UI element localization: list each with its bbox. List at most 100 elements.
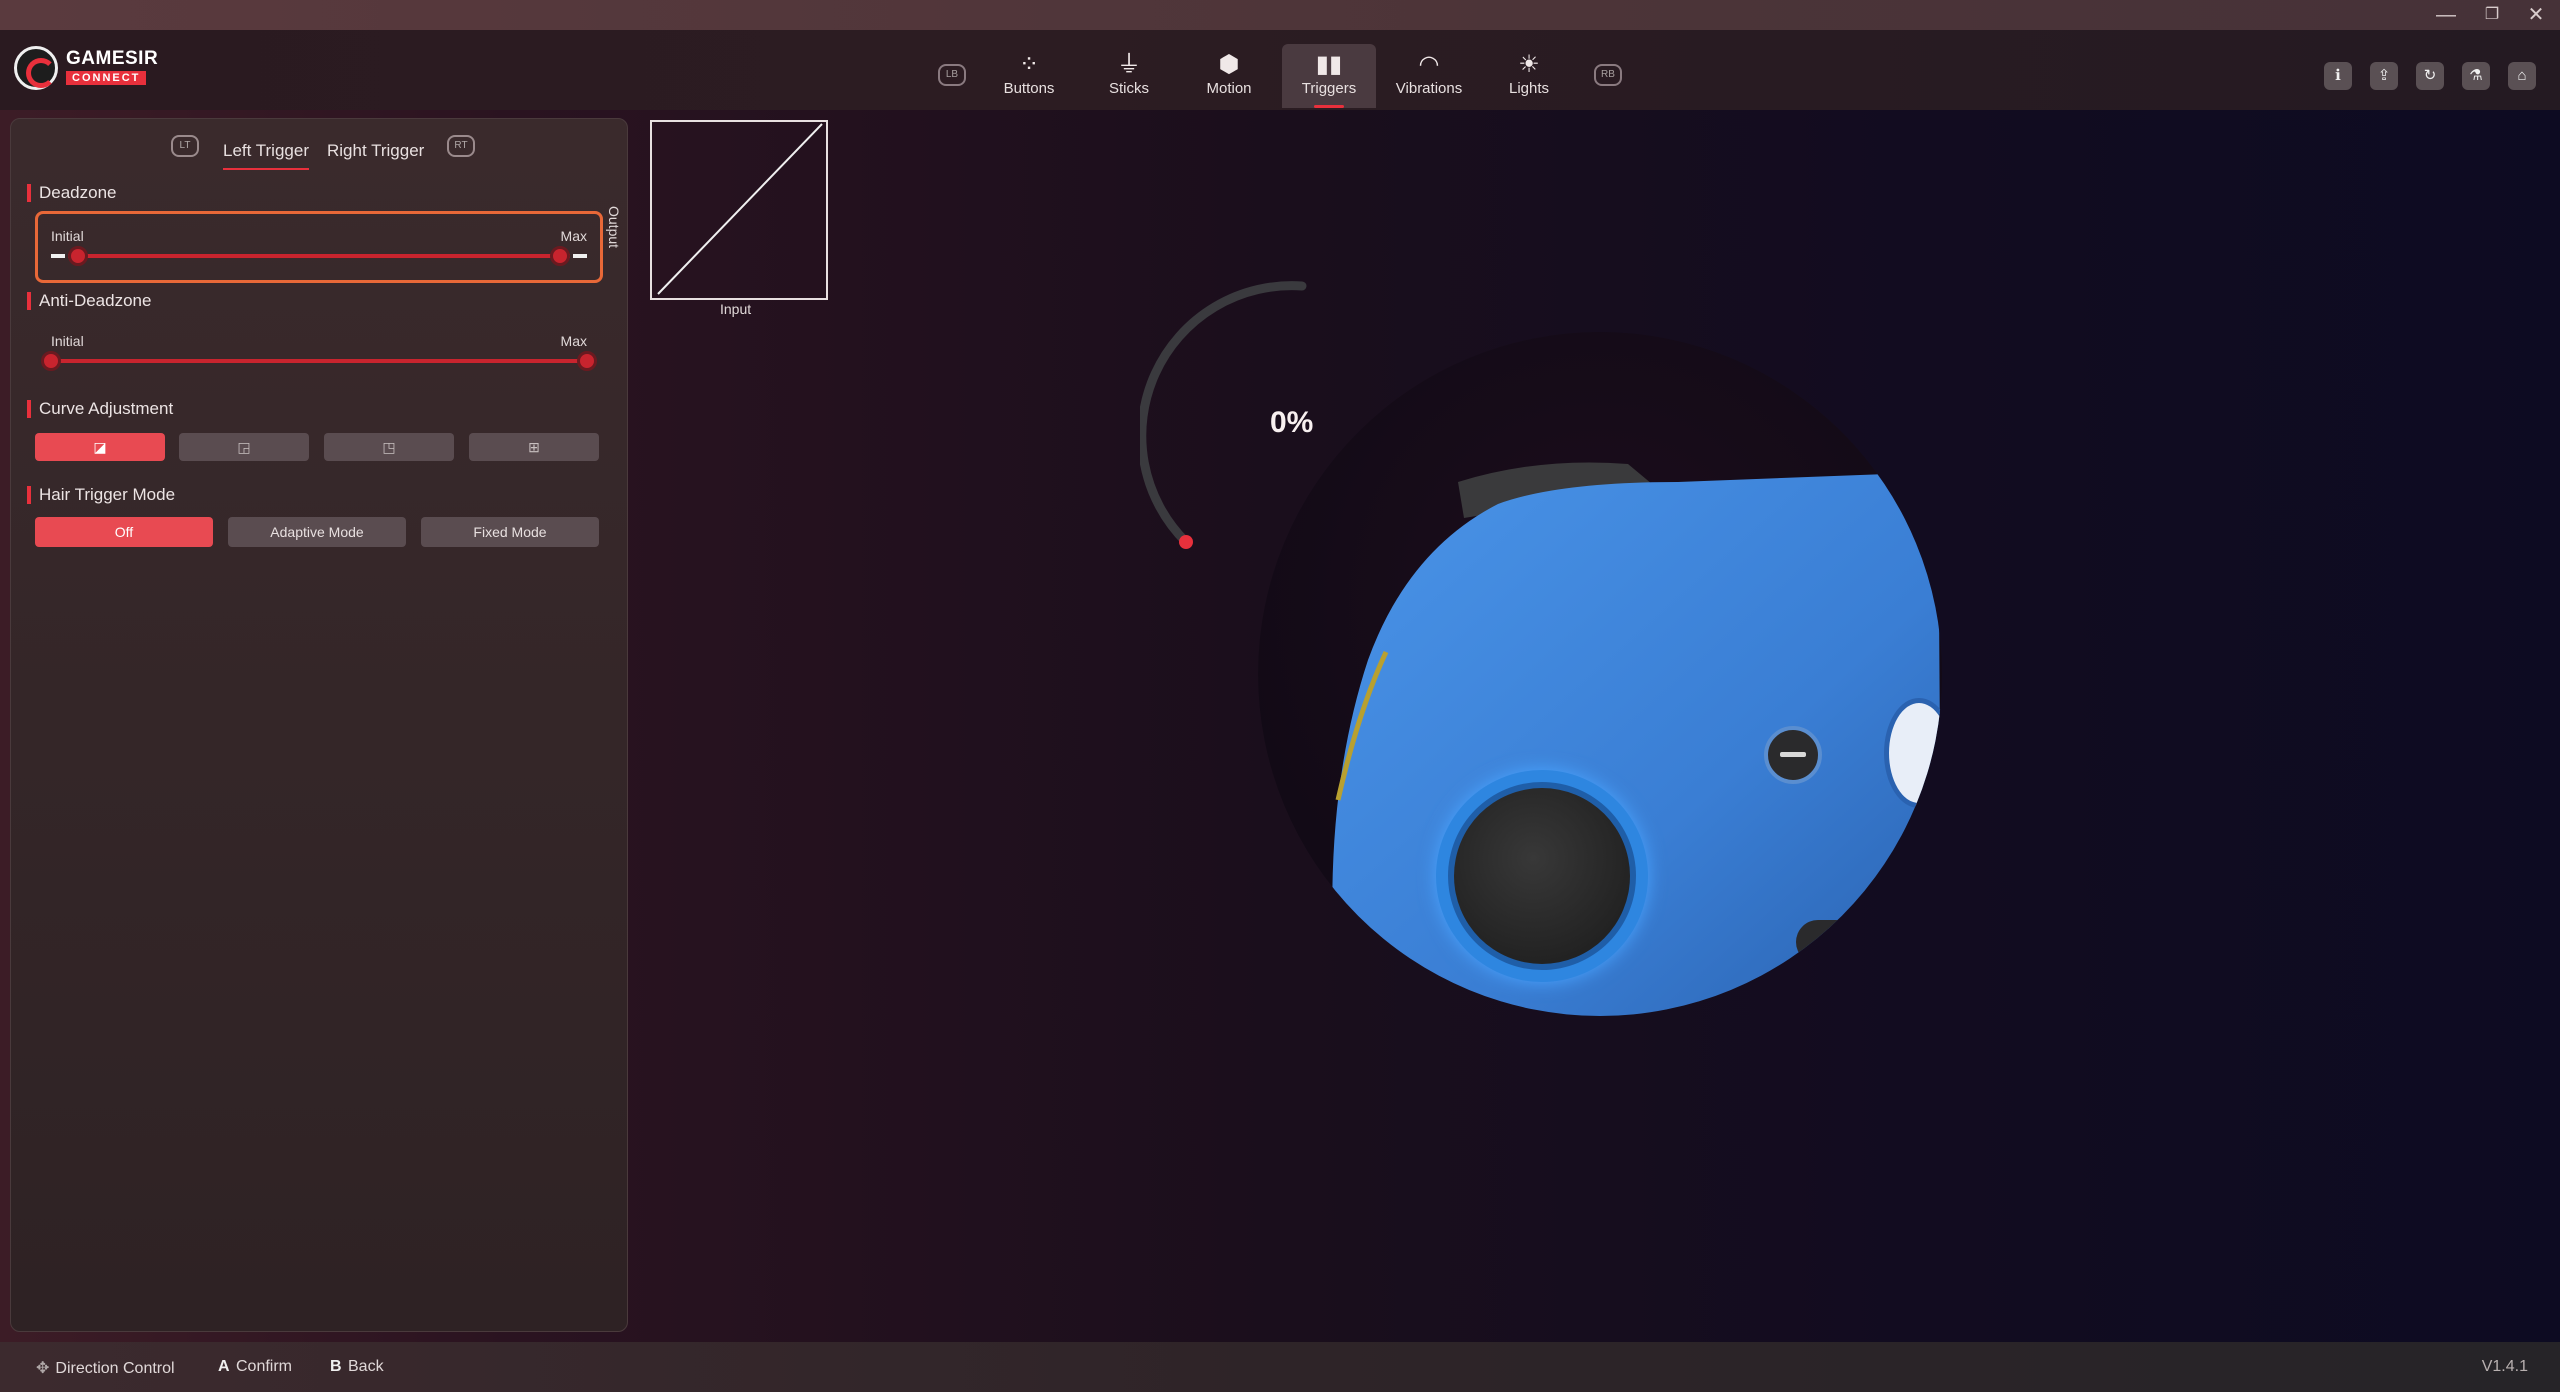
curve-convex-button[interactable]: ◳ [324, 433, 454, 461]
anti-deadzone-initial-handle[interactable] [41, 351, 61, 371]
curve-adjustment-title: Curve Adjustment [27, 399, 173, 419]
nav-triggers-label: Triggers [1301, 80, 1357, 97]
nav-buttons[interactable]: ⁘ Buttons [982, 44, 1076, 108]
left-thumbstick [1454, 788, 1630, 964]
app-header: GAMESIR CONNECT [0, 30, 2560, 110]
home-icon: ⌂ [2517, 67, 2527, 84]
rt-tag-icon: RT [447, 135, 475, 157]
deadzone-initial-handle[interactable] [68, 246, 88, 266]
close-icon: ✕ [2527, 4, 2545, 26]
lights-icon: ☀ [1518, 51, 1540, 78]
direction-control-label: Direction Control [55, 1360, 175, 1377]
nav-vibrations-label: Vibrations [1395, 80, 1463, 97]
hair-trigger-off-button[interactable]: Off [35, 517, 213, 547]
minus-icon [1780, 752, 1806, 757]
sticks-icon: ⏚ [1117, 51, 1141, 78]
direction-control-hint: ✥ Direction Control [36, 1358, 175, 1378]
anti-deadzone-max-label: Max [560, 333, 587, 349]
custom-curve-icon: ⊞ [528, 439, 540, 455]
convex-curve-icon: ◳ [382, 439, 396, 455]
trigger-settings-panel: LT Left Trigger Right Trigger RT Deadzon… [10, 118, 628, 1332]
upload-icon: ⇪ [2377, 67, 2391, 84]
test-button[interactable]: ⚗ [2462, 62, 2490, 90]
hair-trigger-fixed-button[interactable]: Fixed Mode [421, 517, 599, 547]
info-icon: ℹ [2335, 67, 2341, 84]
nav-buttons-label: Buttons [1003, 80, 1055, 97]
hair-trigger-options: Off Adaptive Mode Fixed Mode [35, 517, 605, 549]
nav-sticks[interactable]: ⏚ Sticks [1082, 44, 1176, 108]
deadzone-slider[interactable]: Initial Max [35, 211, 603, 283]
minimize-icon: — [2436, 4, 2456, 26]
minimize-button[interactable]: — [2428, 2, 2464, 28]
deadzone-max-handle[interactable] [550, 246, 570, 266]
controller-preview [1258, 332, 1942, 1016]
triggers-icon: ▮▮ [1315, 51, 1343, 78]
deadzone-track [68, 254, 570, 258]
restore-button[interactable]: ❐ [2474, 2, 2510, 28]
confirm-hint: A Confirm [218, 1358, 292, 1376]
curve-concave-button[interactable]: ◲ [179, 433, 309, 461]
anti-deadzone-initial-label: Initial [51, 333, 84, 349]
hair-trigger-title: Hair Trigger Mode [27, 485, 175, 505]
nav-motion-label: Motion [1206, 80, 1252, 97]
nav-vibrations[interactable]: ◠ Vibrations [1382, 44, 1476, 108]
deadzone-min-marker [51, 254, 65, 258]
graph-x-label: Input [720, 301, 752, 317]
capture-dot-icon [1832, 932, 1854, 954]
logo-subtext: CONNECT [66, 71, 147, 85]
deadzone-initial-label: Initial [51, 228, 84, 244]
vibrations-icon: ◠ [1418, 51, 1440, 78]
logo-mark-icon [14, 46, 58, 90]
lb-bumper-icon[interactable]: LB [938, 64, 966, 86]
dpad-icon: ✥ [36, 1360, 50, 1377]
hair-trigger-adaptive-button[interactable]: Adaptive Mode [228, 517, 406, 547]
reset-button[interactable]: ↻ [2416, 62, 2444, 90]
buttons-icon: ⁘ [1018, 51, 1040, 78]
restore-icon: ❐ [2484, 6, 2500, 23]
gamesir-small-logo-icon [1830, 998, 1862, 1016]
reset-icon: ↻ [2423, 67, 2437, 84]
deadzone-title: Deadzone [27, 183, 117, 203]
b-key-icon: B [330, 1358, 342, 1375]
confirm-label: Confirm [236, 1358, 293, 1375]
curve-options: ◪ ◲ ◳ ⊞ [35, 433, 605, 463]
deadzone-max-marker [573, 254, 587, 258]
main-area: LT Left Trigger Right Trigger RT Deadzon… [0, 110, 2560, 1342]
logo-text: GAMESIR [66, 48, 159, 69]
nav-sticks-label: Sticks [1108, 80, 1149, 97]
graph-y-label: Output [606, 206, 622, 249]
gamesir-logo: GAMESIR CONNECT [14, 44, 164, 92]
gauge-indicator [1179, 535, 1193, 549]
anti-deadzone-slider[interactable]: Initial Max [35, 319, 603, 391]
test-icon: ⚗ [2469, 67, 2483, 84]
back-label: Back [348, 1358, 384, 1375]
curve-linear-button[interactable]: ◪ [35, 433, 165, 461]
motion-icon: ⬢ [1218, 51, 1240, 78]
response-curve-graph [650, 120, 828, 300]
anti-deadzone-max-handle[interactable] [577, 351, 597, 371]
tab-left-trigger[interactable]: Left Trigger [223, 141, 309, 170]
nav-triggers[interactable]: ▮▮ Triggers [1282, 44, 1376, 108]
upload-button[interactable]: ⇪ [2370, 62, 2398, 90]
nav-motion[interactable]: ⬢ Motion [1182, 44, 1276, 108]
concave-curve-icon: ◲ [237, 439, 251, 455]
back-hint: B Back [330, 1358, 384, 1376]
nav-lights[interactable]: ☀ Lights [1482, 44, 1576, 108]
deadzone-max-label: Max [560, 228, 587, 244]
status-footer: ✥ Direction Control A Confirm B Back V1.4.1 [0, 1342, 2560, 1392]
close-button[interactable]: ✕ [2518, 2, 2554, 28]
anti-deadzone-title: Anti-Deadzone [27, 291, 151, 311]
version-label: V1.4.1 [2481, 1358, 2528, 1375]
info-button[interactable]: ℹ [2324, 62, 2352, 90]
tab-right-trigger[interactable]: Right Trigger [327, 141, 424, 161]
nav-lights-label: Lights [1508, 80, 1550, 97]
lt-tag-icon: LT [171, 135, 199, 157]
curve-custom-button[interactable]: ⊞ [469, 433, 599, 461]
title-bar: — ❐ ✕ [0, 0, 2560, 30]
anti-deadzone-track [51, 359, 587, 363]
response-curve-line [657, 123, 823, 295]
rb-bumper-icon[interactable]: RB [1594, 64, 1622, 86]
a-key-icon: A [218, 1358, 230, 1375]
linear-curve-icon: ◪ [93, 439, 107, 455]
home-button[interactable]: ⌂ [2508, 62, 2536, 90]
